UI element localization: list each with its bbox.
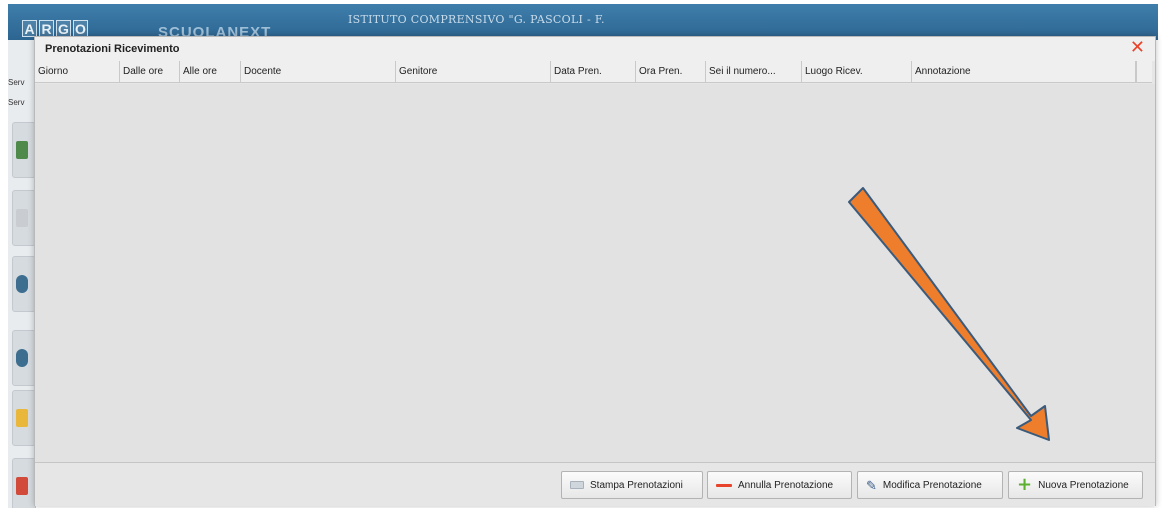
plus-icon: + (1017, 474, 1033, 495)
pencil-icon: ✎ (866, 477, 877, 493)
sidebar-tile-book[interactable] (12, 122, 36, 178)
column-header-giorno[interactable]: Giorno (35, 61, 120, 83)
close-icon[interactable]: ✕ (1130, 39, 1145, 57)
logo-letter: G (56, 20, 71, 37)
print-bookings-label: Stampa Prenotazioni (590, 479, 683, 491)
minus-icon (716, 483, 732, 487)
sidebar: Serv Serv (8, 40, 36, 508)
column-header-docente[interactable]: Docente (241, 61, 396, 83)
school-name: ISTITUTO COMPRENSIVO "G. PASCOLI - F. (348, 13, 605, 26)
app-header: A R G O SCUOLANEXT ISTITUTO COMPRENSIVO … (8, 4, 1158, 41)
new-booking-button[interactable]: + Nuova Prenotazione (1008, 471, 1143, 499)
dialog-title: Prenotazioni Ricevimento (45, 43, 180, 55)
sidebar-label: Serv (8, 78, 25, 87)
table-header: Giorno Dalle ore Alle ore Docente Genito… (35, 61, 1136, 83)
new-booking-label: Nuova Prenotazione (1038, 479, 1129, 491)
column-header-alle-ore[interactable]: Alle ore (180, 61, 241, 83)
table-body-empty (35, 84, 1155, 462)
edit-booking-label: Modifica Prenotazione (882, 479, 982, 491)
sidebar-tile-document[interactable] (12, 190, 36, 246)
column-header-luogo-ricev[interactable]: Luogo Ricev. (802, 61, 912, 83)
edit-booking-button[interactable]: ✎ Modifica Prenotazione (857, 471, 1003, 499)
sidebar-tile-folder[interactable] (12, 390, 36, 446)
column-header-data-pren[interactable]: Data Pren. (551, 61, 636, 83)
screen: A R G O SCUOLANEXT ISTITUTO COMPRENSIVO … (0, 0, 1162, 508)
bookings-dialog: Prenotazioni Ricevimento ✕ Giorno Dalle … (34, 36, 1156, 506)
dialog-title-bar: Prenotazioni Ricevimento ✕ (35, 37, 1155, 61)
logo-letter: A (22, 20, 37, 37)
column-header-genitore[interactable]: Genitore (396, 61, 551, 83)
column-header-annotazione[interactable]: Annotazione (912, 61, 1136, 83)
logo-letter: R (39, 20, 54, 37)
table-header-scroll-cap (1136, 61, 1152, 83)
sidebar-tile-exit[interactable] (12, 458, 36, 508)
sidebar-tile-user[interactable] (12, 330, 36, 386)
printer-icon (570, 481, 584, 489)
column-header-ora-pren[interactable]: Ora Pren. (636, 61, 706, 83)
column-header-sei-il-numero[interactable]: Sei il numero... (706, 61, 802, 83)
argo-logo: A R G O (22, 20, 88, 37)
cancel-booking-button[interactable]: Annulla Prenotazione (707, 471, 852, 499)
dialog-footer: Stampa Prenotazioni Annulla Prenotazione… (35, 462, 1155, 506)
logo-letter: O (73, 20, 88, 37)
sidebar-label: Serv (8, 98, 25, 107)
column-header-dalle-ore[interactable]: Dalle ore (120, 61, 180, 83)
print-bookings-button[interactable]: Stampa Prenotazioni (561, 471, 703, 499)
sidebar-tile-user[interactable] (12, 256, 36, 312)
cancel-booking-label: Annulla Prenotazione (738, 479, 834, 491)
